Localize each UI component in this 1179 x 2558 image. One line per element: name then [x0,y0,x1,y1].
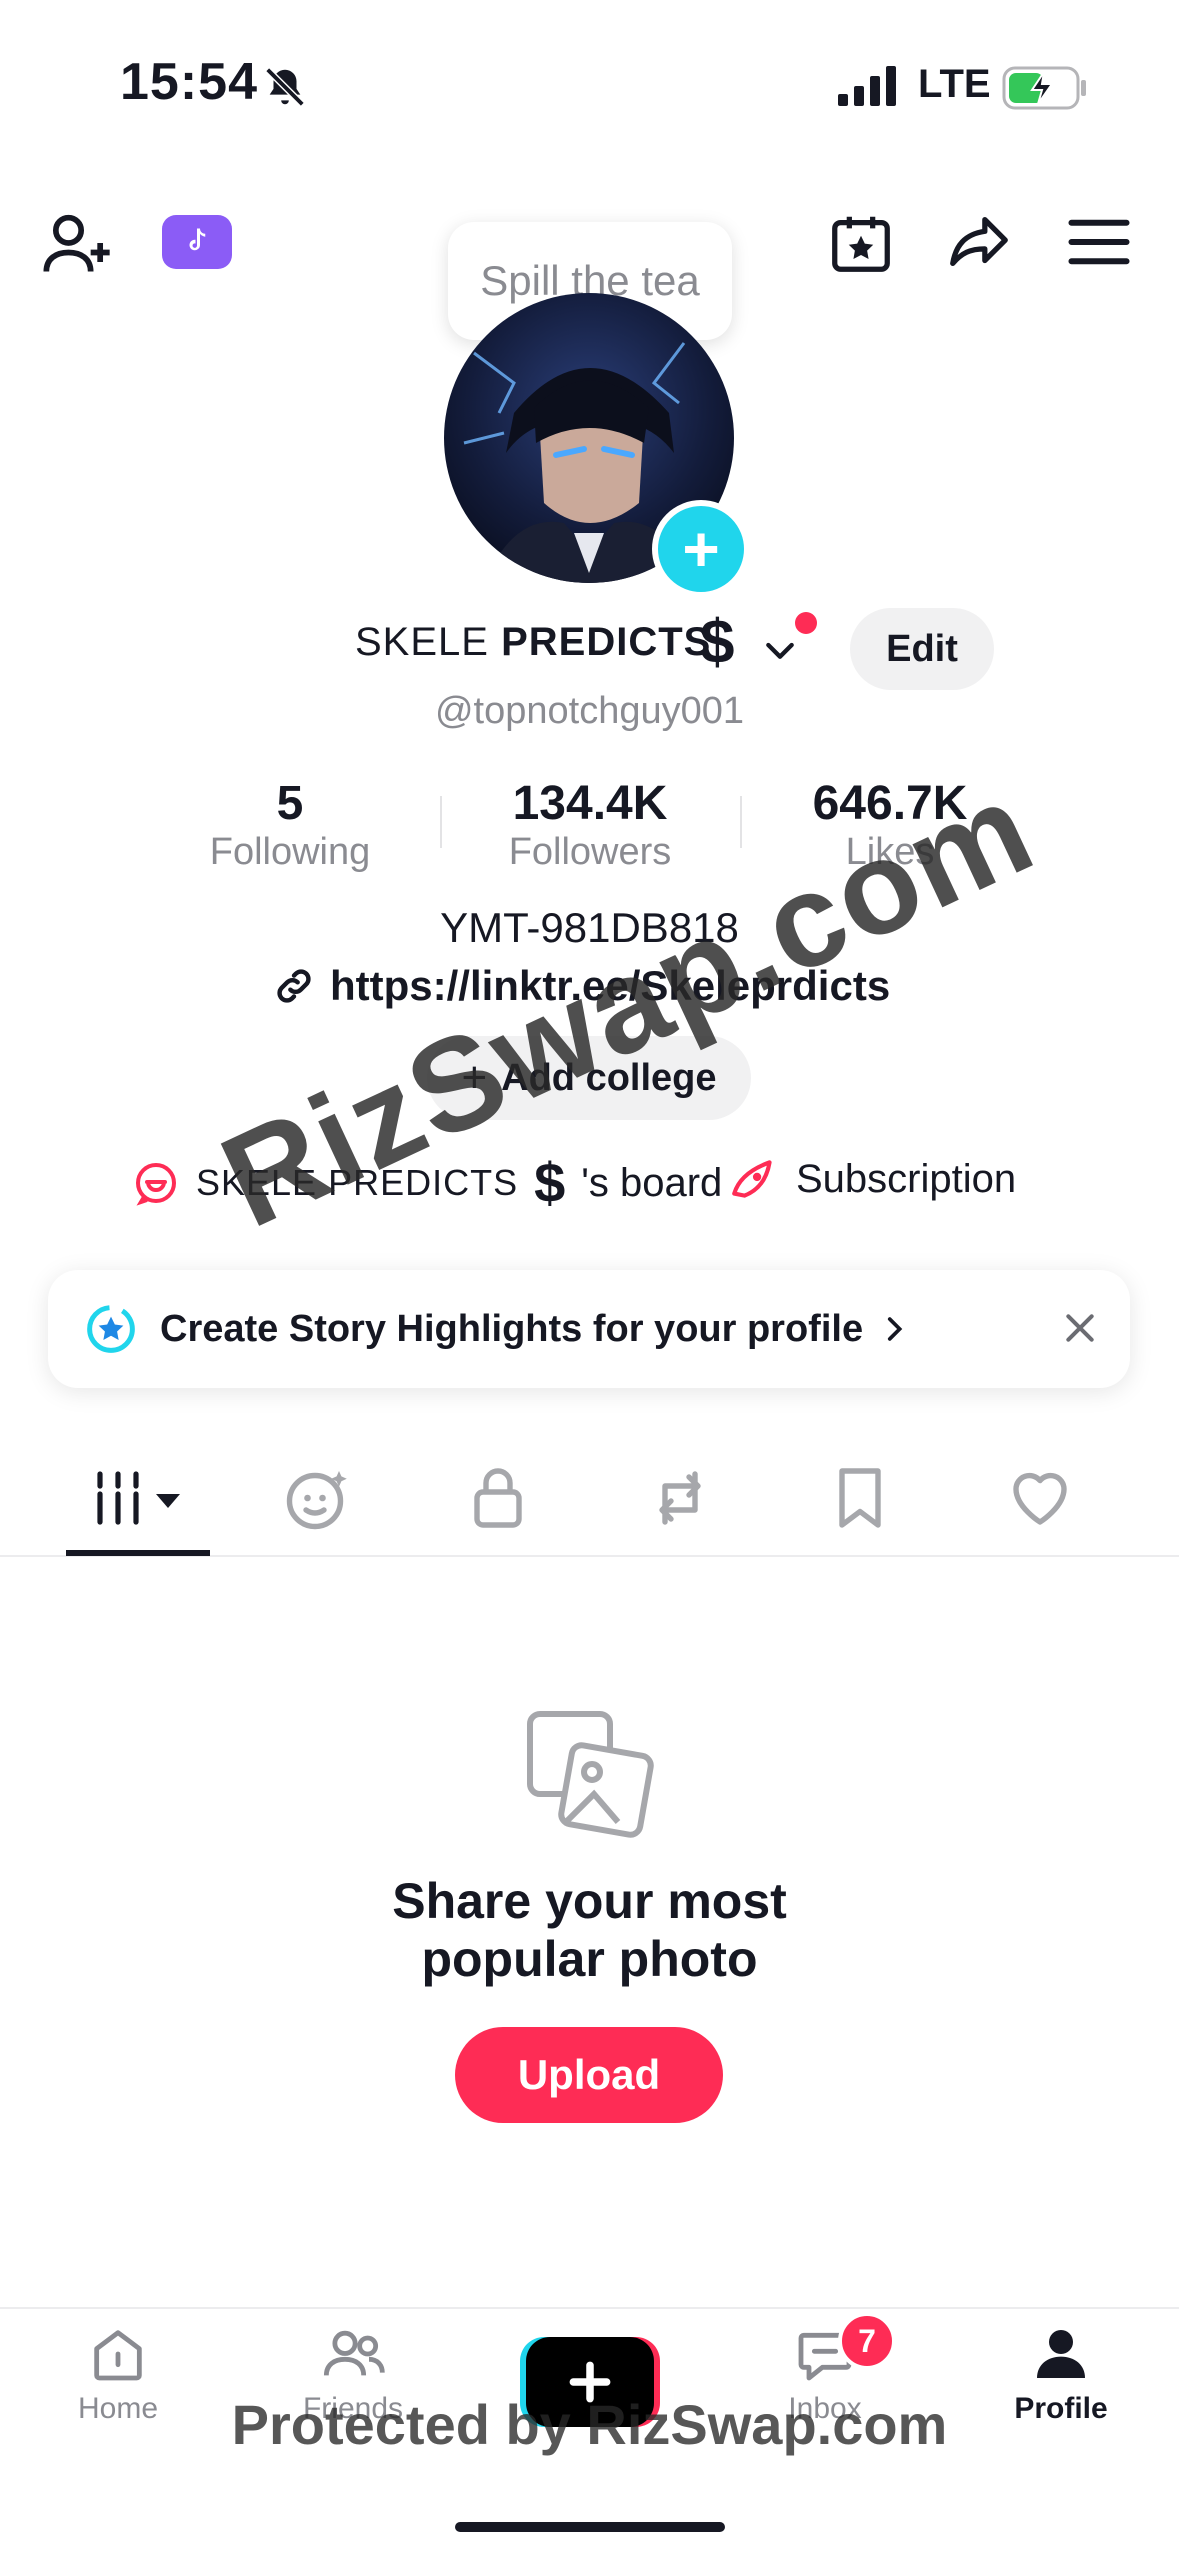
video-grid-icon [97,1471,180,1525]
tab-bookmark-icon[interactable] [824,1462,896,1534]
add-friend-icon[interactable] [40,205,116,281]
stat-following[interactable]: 5 Following [195,776,385,874]
edit-profile-button[interactable]: Edit [850,608,994,690]
followers-label: Followers [508,831,672,873]
board-suffix: 's board [581,1160,723,1205]
status-time: 15:54 [120,53,258,111]
share-icon[interactable] [942,208,1016,278]
following-label: Following [209,831,371,873]
followers-count: 134.4K [512,777,668,830]
name-dollar-symbol: $ [700,608,735,677]
tiktok-ticket-icon[interactable] [162,215,232,269]
friends-icon [323,2330,385,2376]
story-highlights-banner[interactable]: Create Story Highlights for your profile [48,1270,1130,1388]
following-count: 5 [276,777,304,830]
battery-charging-icon [1002,66,1086,110]
stat-followers[interactable]: 134.4K Followers [480,776,700,874]
notification-dot [795,612,817,634]
board-dollar-symbol: $ [534,1151,566,1214]
tab-repost-icon[interactable] [644,1462,716,1534]
empty-state-line2: popular photo [421,1931,758,1987]
tab-liked-heart-icon[interactable] [1004,1462,1076,1534]
bell-muted-icon [265,67,305,107]
profile-icon [1037,2330,1085,2378]
photos-placeholder-icon [527,1711,654,1838]
subscription-link[interactable]: Subscription [728,1155,1016,1203]
home-icon [94,2330,142,2381]
star-badge-icon [87,1305,135,1353]
tab-friends-face-icon[interactable] [282,1462,354,1534]
active-tab-indicator [66,1550,210,1556]
subscription-rocket-icon [732,1160,772,1198]
empty-state-line1: Share your most [392,1873,787,1929]
signal-icon [838,66,896,106]
subscription-label: Subscription [796,1156,1017,1201]
network-type: LTE [918,62,991,106]
add-story-button[interactable]: + [652,500,750,598]
profile-handle: @topnotchguy001 [434,690,745,732]
calendar-star-icon[interactable] [826,208,896,278]
watermark-bottom: Protected by RizSwap.com [231,2393,948,2456]
chevron-right-icon [887,1317,903,1341]
link-icon [277,969,311,1003]
stat-divider [740,796,742,848]
profile-name: SKELE PREDICTS [355,620,712,664]
tab-videos[interactable] [92,1468,192,1528]
chevron-down-icon[interactable] [760,630,800,670]
stat-divider [440,796,442,848]
empty-state-title: Share your most popular photo [0,1872,1179,1988]
story-highlights-text: Create Story Highlights for your profile [160,1307,864,1350]
close-icon[interactable] [1060,1308,1100,1348]
inbox-badge: 7 [838,2312,896,2370]
upload-button[interactable]: Upload [455,2027,723,2123]
home-indicator [455,2522,725,2532]
menu-icon[interactable] [1066,212,1132,272]
tab-private-lock-icon[interactable] [462,1462,534,1534]
board-chat-icon [136,1163,176,1206]
